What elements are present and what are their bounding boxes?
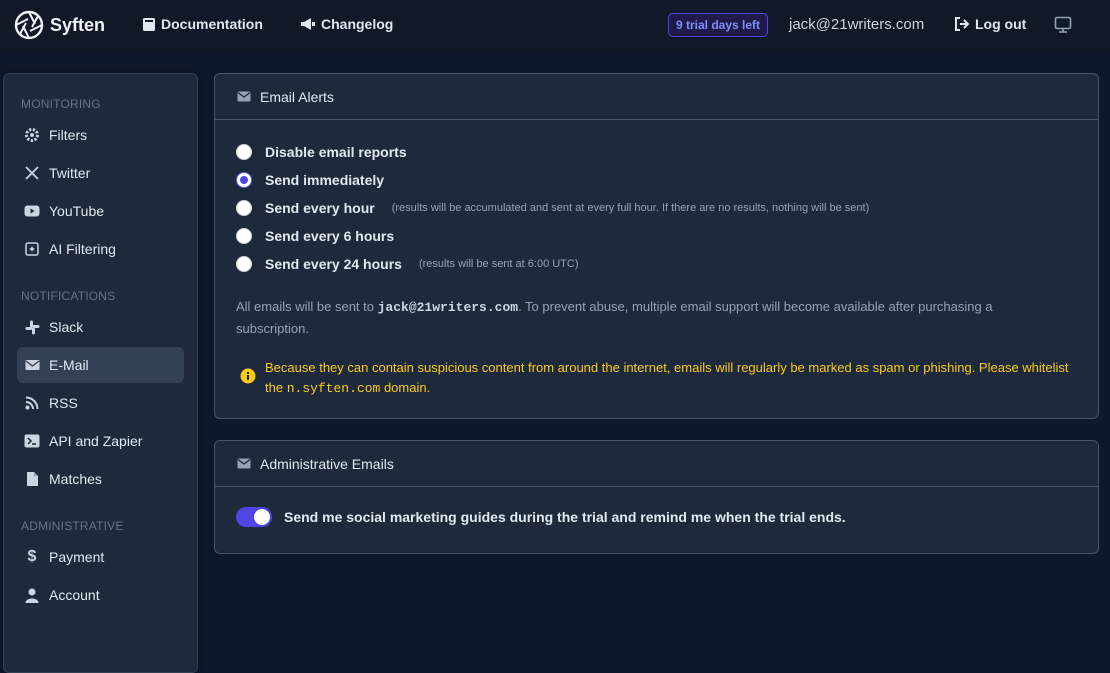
documentation-label: Documentation (161, 16, 263, 32)
sidebar-item-slack[interactable]: Slack (17, 309, 184, 345)
radio-button[interactable] (236, 144, 252, 160)
sidebar-item-label: Account (49, 587, 100, 603)
sidebar-item-filters[interactable]: Filters (17, 117, 184, 153)
sidebar-item-label: API and Zapier (49, 433, 143, 449)
x-logo-icon (24, 165, 40, 181)
rss-icon (24, 395, 40, 411)
option-label: Send every 24 hours (265, 256, 402, 272)
admin-emails-header: Administrative Emails (215, 441, 1098, 487)
book-icon (143, 17, 155, 31)
envelope-icon (237, 458, 251, 469)
email-destination-info: All emails will be sent to jack@21writer… (236, 296, 1066, 339)
marketing-guides-setting: Send me social marketing guides during t… (236, 507, 846, 527)
option-disable-reports[interactable]: Disable email reports (236, 144, 407, 160)
admin-emails-card: Administrative Emails Send me social mar… (214, 440, 1099, 554)
sidebar-item-label: E-Mail (49, 357, 89, 373)
sidebar-item-label: YouTube (49, 203, 105, 219)
option-label: Send every 6 hours (265, 228, 395, 244)
envelope-icon (24, 357, 40, 373)
sidebar-item-label: RSS (49, 395, 78, 411)
user-icon (24, 587, 40, 603)
sidebar-item-label: Payment (49, 549, 105, 565)
logout-button[interactable]: Log out (954, 16, 1026, 32)
option-send-24-hours[interactable]: Send every 24 hours (results will be sen… (236, 256, 579, 272)
option-note: (results will be sent at 6:00 UTC) (418, 258, 579, 270)
file-icon (24, 471, 40, 487)
logout-icon (955, 17, 970, 31)
radio-button[interactable] (236, 256, 252, 272)
sidebar-item-email[interactable]: E-Mail (17, 347, 184, 383)
envelope-icon (237, 91, 251, 102)
option-label: Send immediately (265, 172, 385, 188)
marketing-guides-toggle[interactable] (236, 507, 272, 527)
sidebar-item-matches[interactable]: Matches (17, 461, 184, 497)
radio-button-checked[interactable] (236, 172, 252, 188)
sidebar-item-payment[interactable]: $ Payment (17, 539, 184, 575)
changelog-label: Changelog (321, 16, 394, 32)
sidebar-item-api-zapier[interactable]: API and Zapier (17, 423, 184, 459)
option-note: (results will be accumulated and sent at… (391, 202, 870, 214)
email-alerts-header: Email Alerts (215, 74, 1098, 120)
info-circle-icon (240, 368, 256, 384)
sidebar-item-label: Matches (49, 471, 102, 487)
changelog-link[interactable]: Changelog (300, 16, 393, 32)
info-prefix: All emails will be sent to (236, 299, 374, 314)
sidebar-item-account[interactable]: Account (17, 577, 184, 613)
option-label: Send every hour (265, 200, 375, 216)
section-administrative: ADMINISTRATIVE (21, 519, 124, 533)
announce-icon (301, 18, 315, 30)
logout-label: Log out (975, 16, 1027, 32)
dollar-icon: $ (27, 548, 37, 565)
user-email: jack@21writers.com (789, 16, 925, 33)
sidebar: MONITORING Filters Twitter YouTube AI Fi… (3, 73, 198, 673)
youtube-icon (24, 203, 40, 219)
card-title: Email Alerts (260, 88, 334, 105)
radio-button[interactable] (236, 228, 252, 244)
sidebar-item-label: AI Filtering (49, 241, 116, 257)
documentation-link[interactable]: Documentation (142, 16, 263, 32)
email-alerts-card: Email Alerts Disable email reports Send … (214, 73, 1099, 419)
spam-warning: Because they can contain suspicious cont… (240, 358, 1080, 399)
sidebar-item-rss[interactable]: RSS (17, 385, 184, 421)
sidebar-item-label: Slack (49, 319, 84, 335)
brand-name: Syften (50, 14, 106, 35)
radio-button[interactable] (236, 200, 252, 216)
warning-text: Because they can contain suspicious cont… (265, 358, 1080, 399)
card-title: Administrative Emails (260, 455, 394, 472)
sidebar-item-ai-filtering[interactable]: AI Filtering (17, 231, 184, 267)
sidebar-item-label: Filters (49, 127, 88, 143)
gear-icon (24, 127, 40, 143)
option-send-6-hours[interactable]: Send every 6 hours (236, 228, 394, 244)
brand-logo[interactable]: Syften (14, 10, 105, 40)
option-label: Disable email reports (265, 144, 407, 160)
sidebar-item-label: Twitter (49, 165, 91, 181)
toggle-label: Send me social marketing guides during t… (284, 509, 846, 525)
warning-domain: n.syften.com (286, 381, 381, 396)
section-notifications: NOTIFICATIONS (21, 289, 116, 303)
slack-icon (24, 319, 40, 335)
sidebar-item-twitter[interactable]: Twitter (17, 155, 184, 191)
top-navbar: Syften Documentation Changelog 9 trial d… (0, 0, 1110, 52)
theme-toggle-button[interactable] (1054, 16, 1072, 39)
option-send-immediately[interactable]: Send immediately (236, 172, 384, 188)
monitor-icon (1054, 16, 1072, 33)
aperture-icon (14, 10, 44, 40)
sidebar-item-youtube[interactable]: YouTube (17, 193, 184, 229)
code-icon (24, 433, 40, 449)
warning-suffix: domain. (383, 380, 431, 395)
option-send-hourly[interactable]: Send every hour (results will be accumul… (236, 200, 869, 216)
ai-chip-icon (24, 241, 40, 257)
section-monitoring: MONITORING (21, 97, 101, 111)
trial-days-badge[interactable]: 9 trial days left (668, 13, 769, 37)
info-email: jack@21writers.com (377, 300, 519, 315)
